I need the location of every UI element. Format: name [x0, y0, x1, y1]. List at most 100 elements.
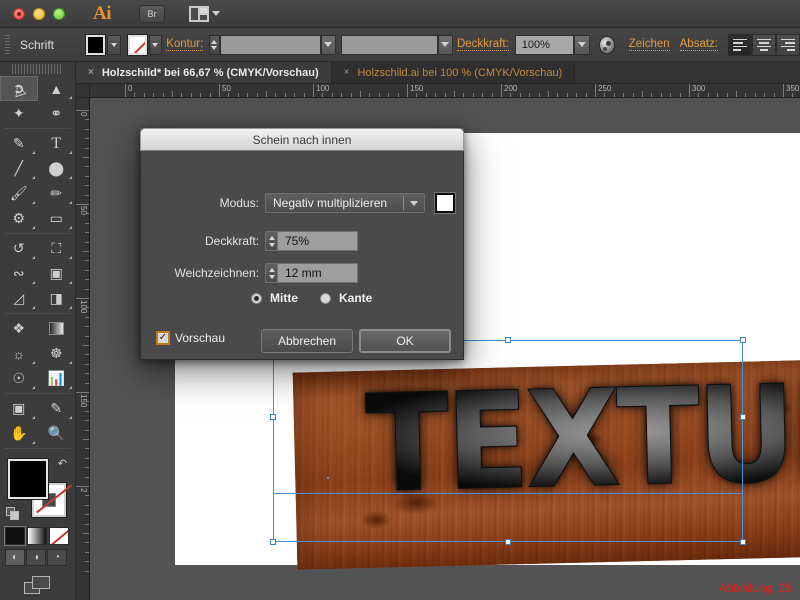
opacity-stepper[interactable]	[265, 231, 278, 251]
close-icon[interactable]: ×	[344, 67, 350, 78]
swap-fill-stroke-icon[interactable]: ↶	[58, 457, 67, 470]
figure-caption: Abbildung: 25	[718, 581, 792, 595]
selection-handle-br[interactable]	[740, 539, 746, 545]
align-left-button[interactable]	[728, 33, 752, 56]
gradient-tool[interactable]	[38, 316, 76, 341]
fill-color-swatch[interactable]	[85, 33, 107, 56]
zeichen-label[interactable]: Zeichen	[628, 38, 670, 51]
slice-tool[interactable]: ☸	[38, 341, 76, 366]
ellipse-tool[interactable]: ⬤	[38, 156, 76, 181]
absatz-label[interactable]: Absatz:	[679, 38, 718, 51]
blob-brush-tool[interactable]: ⚙	[0, 206, 38, 231]
type-tool[interactable]: T	[38, 131, 76, 156]
color-mode-none[interactable]	[49, 527, 69, 545]
ruler-minor-tick	[585, 93, 587, 97]
recolor-artwork-icon[interactable]	[599, 35, 615, 54]
cancel-button[interactable]: Abbrechen	[261, 329, 353, 353]
ruler-minor-tick	[331, 93, 333, 97]
hand-tool[interactable]: ✋	[0, 421, 38, 446]
free-transform-tool[interactable]: ▣	[38, 261, 76, 286]
align-right-button[interactable]	[776, 33, 800, 56]
draw-inside-button[interactable]: ◔	[47, 549, 67, 566]
workspace-switcher[interactable]	[189, 5, 220, 22]
zoom-tool[interactable]: 🔍	[38, 421, 76, 446]
lasso-tool[interactable]: ⚭	[38, 101, 76, 126]
opacity-input[interactable]: 100%	[514, 34, 575, 55]
ruler-minor-tick	[773, 93, 775, 97]
stroke-weight-stepper[interactable]	[209, 34, 220, 55]
ruler-corner[interactable]	[76, 84, 90, 98]
opacity-dropdown[interactable]	[574, 34, 590, 55]
inner-glow-dialog[interactable]: Schein nach innen Modus: Negativ multipl…	[140, 128, 464, 360]
stroke-weight-dropdown[interactable]	[320, 34, 336, 55]
tool-divider	[4, 448, 71, 449]
close-window-button[interactable]	[13, 7, 25, 20]
modus-select[interactable]: Negativ multiplizieren	[265, 193, 425, 213]
opacity-input[interactable]: 75%	[278, 231, 358, 251]
magic-wand-tool[interactable]: ✦	[0, 101, 38, 126]
direct-selection-tool[interactable]: ▲	[38, 76, 76, 101]
selection-tool[interactable]: ➲ △	[0, 76, 38, 101]
illustrator-logo: Ai	[93, 2, 112, 24]
selection-handle-tr[interactable]	[740, 337, 746, 343]
fill-dropdown-button[interactable]	[107, 34, 121, 55]
fill-color-box[interactable]	[7, 458, 49, 500]
selection-handle-bc[interactable]	[505, 539, 511, 545]
blend-tool[interactable]: ❖	[0, 316, 38, 341]
stroke-dropdown-button[interactable]	[148, 34, 163, 55]
eraser-tool[interactable]: ▭	[38, 206, 76, 231]
pencil-tool[interactable]: ✏	[38, 181, 76, 206]
selection-handle-ml[interactable]	[270, 414, 276, 420]
minimize-window-button[interactable]	[33, 7, 45, 20]
blur-stepper[interactable]	[265, 263, 278, 283]
ok-button[interactable]: OK	[359, 329, 451, 353]
ruler-minor-tick	[85, 420, 89, 422]
blur-input[interactable]: 12 mm	[278, 263, 358, 283]
zoom-window-button[interactable]	[53, 7, 65, 20]
change-screen-mode-button[interactable]	[23, 576, 52, 598]
selection-handle-mr[interactable]	[740, 414, 746, 420]
document-tab-inactive[interactable]: × Holzschild.ai bei 100 % (CMYK/Vorschau…	[331, 62, 576, 83]
glow-color-swatch[interactable]	[434, 192, 456, 214]
ruler-minor-tick	[85, 410, 89, 412]
width-tool[interactable]: ∾	[0, 261, 38, 286]
default-fill-stroke-icon[interactable]	[6, 507, 20, 521]
color-mode-gradient[interactable]	[27, 527, 47, 545]
rotate-tool[interactable]: ↺	[0, 236, 38, 261]
eyedropper-tool[interactable]: ☼	[0, 341, 38, 366]
document-tab-active[interactable]: × Holzschild* bei 66,67 % (CMYK/Vorschau…	[76, 62, 332, 83]
stroke-profile-dropdown[interactable]	[437, 34, 453, 55]
selection-handle-tc[interactable]	[505, 337, 511, 343]
horizontal-ruler[interactable]: 0 50 100 150 200 250 300 350	[90, 84, 800, 98]
vertical-ruler[interactable]: 0 50 100 150 2	[76, 98, 90, 600]
artboard-tool[interactable]: ▣	[0, 396, 38, 421]
pen-tool[interactable]: ✎	[0, 131, 38, 156]
vorschau-checkbox[interactable]: ✓	[156, 331, 170, 345]
align-center-button[interactable]	[752, 33, 776, 56]
column-graph-tool[interactable]: 📊	[38, 366, 76, 391]
color-mode-solid[interactable]	[4, 526, 26, 546]
radio-kante[interactable]	[320, 292, 331, 304]
draw-behind-button[interactable]: ◑	[26, 549, 46, 566]
line-segment-tool[interactable]: ╱	[0, 156, 38, 181]
draw-normal-button[interactable]: ◐	[5, 549, 25, 566]
stroke-weight-input[interactable]	[219, 34, 321, 55]
perspective-grid-tool[interactable]: ◨	[38, 286, 76, 311]
bridge-button[interactable]: Br	[139, 4, 165, 23]
symbol-sprayer-tool[interactable]: ☉	[0, 366, 38, 391]
measure-tool[interactable]: ✎	[38, 396, 76, 421]
shape-builder-tool[interactable]: ◿	[0, 286, 38, 311]
selection-handle-bl[interactable]	[270, 539, 276, 545]
stroke-profile-input[interactable]	[340, 34, 438, 55]
radio-mitte[interactable]	[251, 292, 262, 304]
ruler-minor-tick	[83, 251, 89, 252]
ruler-minor-tick	[529, 93, 531, 97]
control-bar-grip[interactable]	[5, 34, 10, 55]
deckkraft-label: Deckkraft:	[456, 38, 509, 51]
tools-panel-grip[interactable]	[12, 64, 63, 74]
ruler-minor-tick	[85, 354, 89, 356]
stroke-color-swatch[interactable]	[126, 33, 148, 56]
paintbrush-tool[interactable]: 🖌	[0, 181, 38, 206]
close-icon[interactable]: ×	[88, 67, 94, 78]
scale-tool[interactable]: ⛶	[38, 236, 76, 261]
